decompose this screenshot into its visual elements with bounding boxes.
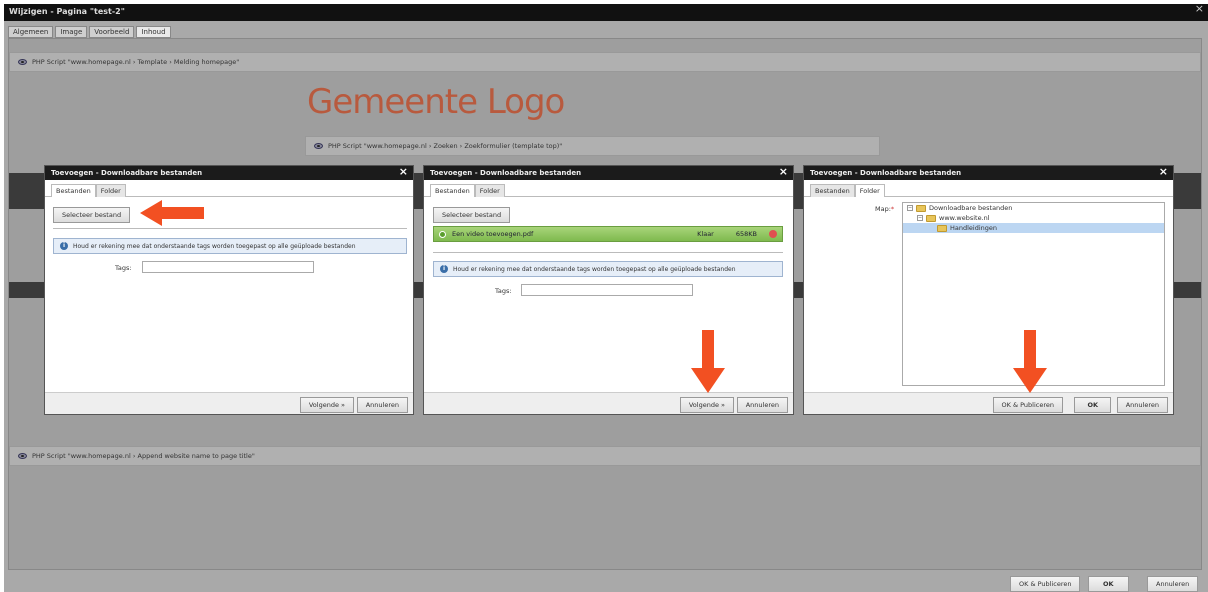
- tree-node-website[interactable]: − www.website.nl: [903, 213, 1164, 223]
- select-file-button[interactable]: Selecteer bestand: [433, 207, 511, 223]
- tags-label: Tags:: [115, 264, 132, 272]
- folder-icon: [916, 204, 926, 212]
- arrow-left-icon: [140, 200, 204, 226]
- info-icon: i: [60, 242, 68, 250]
- folder-icon: [937, 224, 947, 232]
- main-tabs: Algemeen Image Voorbeeld Inhoud: [8, 26, 171, 38]
- window-titlebar: Wijzigen - Pagina "test-2": [4, 4, 1208, 21]
- tab-bestanden[interactable]: Bestanden: [430, 184, 475, 197]
- close-icon[interactable]: ×: [779, 165, 788, 178]
- eye-icon: [18, 453, 27, 459]
- ok-publish-button-main[interactable]: OK & Publiceren: [1010, 576, 1081, 592]
- check-icon: [439, 230, 446, 238]
- close-icon[interactable]: ×: [1159, 165, 1168, 178]
- uploaded-file-row: Een video toevoegen.pdf Klaar 658KB: [433, 226, 783, 242]
- php-script-bar-template[interactable]: PHP Script "www.homepage.nl › Template ›…: [9, 52, 1201, 72]
- php-script-bar-title[interactable]: PHP Script "www.homepage.nl › Append web…: [9, 446, 1201, 466]
- tags-input[interactable]: [142, 261, 314, 273]
- eye-icon: [314, 143, 323, 149]
- window-title: Wijzigen - Pagina "test-2": [9, 7, 125, 16]
- file-size: 658KB: [735, 230, 757, 238]
- tab-folder[interactable]: Folder: [854, 184, 885, 197]
- dialog-tabs: Bestanden Folder: [804, 180, 1173, 197]
- close-icon[interactable]: ×: [1195, 2, 1204, 15]
- tags-label: Tags:: [495, 287, 512, 295]
- cancel-button[interactable]: Annuleren: [736, 397, 788, 413]
- tree-node-downloadbare-bestanden[interactable]: − Downloadbare bestanden: [903, 203, 1164, 213]
- info-icon: i: [440, 265, 448, 273]
- tree-node-handleidingen[interactable]: Handleidingen: [903, 223, 1164, 233]
- tab-voorbeeld[interactable]: Voorbeeld: [89, 26, 135, 38]
- tab-inhoud[interactable]: Inhoud: [136, 26, 171, 38]
- tab-algemeen[interactable]: Algemeen: [8, 26, 54, 38]
- tab-folder[interactable]: Folder: [474, 184, 505, 197]
- remove-icon[interactable]: [769, 230, 777, 238]
- tab-bestanden[interactable]: Bestanden: [810, 184, 855, 197]
- dialog-footer: Volgende » Annuleren: [45, 392, 413, 414]
- dialog-footer: Volgende » Annuleren: [424, 392, 793, 414]
- tab-image[interactable]: Image: [55, 26, 88, 38]
- dialog-step-1: Toevoegen - Downloadbare bestanden × Best…: [44, 165, 414, 415]
- dialog-header: Toevoegen - Downloadbare bestanden ×: [804, 165, 1173, 180]
- dialog-header: Toevoegen - Downloadbare bestanden ×: [424, 165, 793, 180]
- collapse-icon[interactable]: −: [907, 205, 913, 211]
- select-file-button[interactable]: Selecteer bestand: [53, 207, 131, 223]
- close-icon[interactable]: ×: [399, 165, 408, 178]
- arrow-down-icon: [691, 330, 725, 393]
- php-script-bar-search[interactable]: PHP Script "www.homepage.nl › Zoeken › Z…: [305, 136, 880, 156]
- info-message: i Houd er rekening mee dat onderstaande t…: [53, 238, 407, 254]
- info-message: i Houd er rekening mee dat onderstaande t…: [433, 261, 783, 277]
- ok-publish-button[interactable]: OK & Publiceren: [992, 397, 1063, 413]
- logo-text: Gemeente Logo: [307, 82, 565, 122]
- divider: [53, 228, 407, 229]
- dialog-step-3: Toevoegen - Downloadbare bestanden × Best…: [803, 165, 1174, 415]
- folder-icon: [926, 214, 936, 222]
- dialog-step-2: Toevoegen - Downloadbare bestanden × Best…: [423, 165, 794, 415]
- next-button[interactable]: Volgende »: [299, 397, 354, 413]
- arrow-down-icon: [1013, 330, 1047, 393]
- upload-status: Klaar: [697, 230, 714, 238]
- dialog-tabs: Bestanden Folder: [424, 180, 793, 197]
- next-button[interactable]: Volgende »: [679, 397, 734, 413]
- dialog-tabs: Bestanden Folder: [45, 180, 413, 197]
- cancel-button[interactable]: Annuleren: [1116, 397, 1168, 413]
- map-label: Map:*: [875, 205, 895, 213]
- cancel-button[interactable]: Annuleren: [356, 397, 408, 413]
- file-name: Een video toevoegen.pdf: [452, 230, 534, 238]
- cancel-button-main[interactable]: Annuleren: [1147, 576, 1199, 592]
- tags-input[interactable]: [521, 284, 693, 296]
- eye-icon: [18, 59, 27, 65]
- ok-button-main[interactable]: OK: [1088, 576, 1129, 592]
- dialog-header: Toevoegen - Downloadbare bestanden ×: [45, 165, 413, 180]
- dialog-footer: OK & Publiceren OK Annuleren: [804, 392, 1173, 414]
- collapse-icon[interactable]: −: [917, 215, 923, 221]
- divider: [433, 252, 783, 253]
- tab-folder[interactable]: Folder: [95, 184, 126, 197]
- ok-button[interactable]: OK: [1074, 397, 1111, 413]
- tab-bestanden[interactable]: Bestanden: [51, 184, 96, 197]
